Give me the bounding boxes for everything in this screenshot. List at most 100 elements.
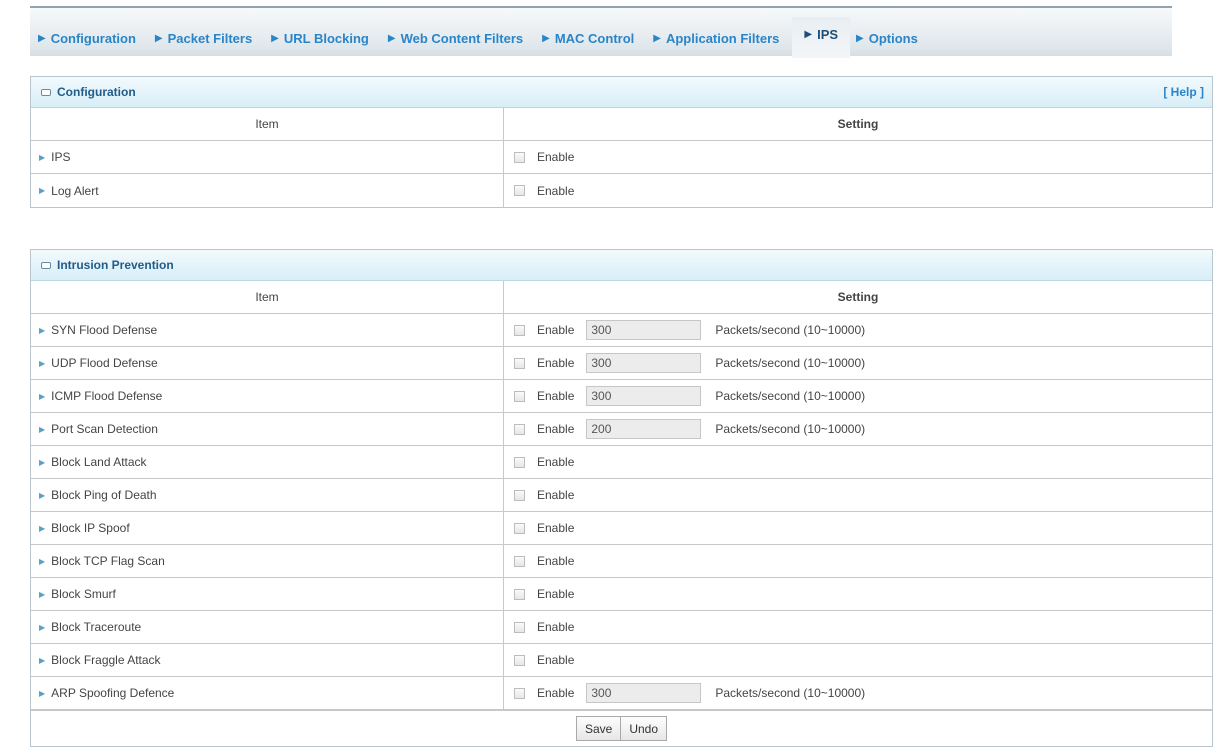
ip-spoof-enable-checkbox[interactable]: [514, 522, 525, 534]
row-item-label: SYN Flood Defense: [51, 323, 158, 337]
table-header-row: Item Setting: [31, 108, 1212, 141]
table-row: ▶ Block TCP Flag Scan Enable: [31, 545, 1212, 578]
udp-flood-enable-checkbox[interactable]: [514, 357, 525, 369]
triangle-right-icon: ▶: [39, 457, 46, 467]
row-item-label: Block Land Attack: [51, 455, 147, 469]
row-item-label: Port Scan Detection: [51, 422, 158, 436]
row-setting: Enable Packets/second (10~10000): [504, 380, 1212, 412]
triangle-right-icon: ▶: [804, 29, 813, 40]
tab-url-blocking[interactable]: ▶ URL Blocking: [265, 25, 382, 58]
arp-spoofing-enable-checkbox[interactable]: [514, 687, 525, 699]
column-header-setting: Setting: [837, 117, 879, 131]
triangle-right-icon: ▶: [387, 33, 396, 44]
triangle-right-icon: ▶: [542, 33, 550, 44]
tab-label: Web Content Filters: [400, 31, 524, 46]
row-setting: Enable Packets/second (10~10000): [504, 677, 1212, 709]
icmp-flood-enable-checkbox[interactable]: [514, 390, 525, 402]
row-item-label: Block Fraggle Attack: [51, 653, 161, 667]
icmp-flood-rate-input[interactable]: [586, 386, 702, 406]
table-row: ▶ Block Traceroute Enable: [31, 611, 1212, 644]
tab-application-filters[interactable]: ▶ Application Filters: [647, 25, 792, 58]
row-item: ▶ Port Scan Detection: [31, 413, 504, 445]
row-item-label: Block TCP Flag Scan: [51, 554, 165, 568]
triangle-right-icon: ▶: [856, 33, 864, 44]
row-setting: Enable: [504, 479, 1212, 511]
row-setting: Enable: [504, 545, 1212, 577]
tab-label: Packet Filters: [167, 31, 253, 46]
traceroute-enable-checkbox[interactable]: [514, 621, 525, 633]
enable-label: Enable: [537, 686, 575, 700]
udp-flood-rate-input[interactable]: [586, 353, 702, 373]
button-row: Save Undo: [31, 710, 1212, 746]
tab-label: Options: [868, 31, 918, 46]
syn-flood-rate-input[interactable]: [586, 320, 702, 340]
enable-label: Enable: [537, 150, 575, 164]
syn-flood-enable-checkbox[interactable]: [514, 324, 525, 336]
row-item: ▶ Block TCP Flag Scan: [31, 545, 504, 577]
row-item: ▶ Block Ping of Death: [31, 479, 504, 511]
triangle-right-icon: ▶: [39, 424, 46, 434]
row-setting: Enable Packets/second (10~10000): [504, 347, 1212, 379]
tab-label: Configuration: [50, 31, 136, 46]
enable-label: Enable: [537, 587, 575, 601]
column-header-item: Item: [31, 108, 504, 140]
table-row: ▶ ARP Spoofing Defence Enable Packets/seco…: [31, 677, 1212, 710]
smurf-enable-checkbox[interactable]: [514, 588, 525, 600]
table-row: ▶ Port Scan Detection Enable Packets/secon…: [31, 413, 1212, 446]
tcp-flag-scan-enable-checkbox[interactable]: [514, 555, 525, 567]
enable-label: Enable: [537, 422, 575, 436]
tab-configuration[interactable]: ▶ Configuration: [32, 25, 149, 58]
table-header-row: Item Setting: [31, 281, 1212, 314]
tab-label: MAC Control: [554, 31, 635, 46]
row-setting: Enable: [504, 611, 1212, 643]
port-scan-enable-checkbox[interactable]: [514, 423, 525, 435]
row-item-label: Block IP Spoof: [51, 521, 130, 535]
land-attack-enable-checkbox[interactable]: [514, 456, 525, 468]
arp-spoofing-rate-input[interactable]: [586, 683, 702, 703]
column-header-item: Item: [31, 281, 504, 313]
tab-web-content-filters[interactable]: ▶ Web Content Filters: [382, 25, 536, 58]
triangle-right-icon: ▶: [39, 325, 46, 335]
tab-list: ▶ Configuration ▶ Packet Filters ▶ URL Bloc…: [30, 17, 931, 58]
triangle-right-icon: ▶: [653, 33, 661, 44]
table-row: ▶ IPS Enable: [31, 141, 1212, 174]
row-setting: Enable Packets/second (10~10000): [504, 314, 1212, 346]
port-scan-rate-input[interactable]: [586, 419, 702, 439]
help-link[interactable]: [ Help ]: [1163, 85, 1204, 99]
tab-options[interactable]: ▶ Options: [850, 25, 931, 58]
save-button[interactable]: Save: [575, 716, 622, 741]
collapse-box-icon: [41, 261, 51, 269]
triangle-right-icon: ▶: [39, 358, 46, 368]
undo-button[interactable]: Undo: [621, 716, 668, 741]
enable-label: Enable: [537, 653, 575, 667]
triangle-right-icon: ▶: [39, 523, 46, 533]
table-row: ▶ Block IP Spoof Enable: [31, 512, 1212, 545]
triangle-right-icon: ▶: [38, 33, 46, 44]
row-item: ▶ SYN Flood Defense: [31, 314, 504, 346]
tab-mac-control[interactable]: ▶ MAC Control: [536, 25, 647, 58]
table-row: ▶ Log Alert Enable: [31, 174, 1212, 207]
row-setting: Enable: [504, 512, 1212, 544]
row-setting: Enable: [504, 644, 1212, 676]
enable-label: Enable: [537, 554, 575, 568]
tab-ips[interactable]: ▶ IPS: [792, 17, 851, 58]
enable-label: Enable: [537, 455, 575, 469]
row-item-label: ARP Spoofing Defence: [51, 686, 175, 700]
panel-header: Configuration [ Help ]: [31, 77, 1212, 108]
row-item: ▶ UDP Flood Defense: [31, 347, 504, 379]
ping-of-death-enable-checkbox[interactable]: [514, 489, 525, 501]
log-alert-enable-checkbox[interactable]: [514, 185, 525, 196]
triangle-right-icon: ▶: [39, 655, 46, 665]
table-row: ▶ ICMP Flood Defense Enable Packets/second…: [31, 380, 1212, 413]
collapse-box-icon: [41, 88, 51, 96]
triangle-right-icon: ▶: [39, 490, 46, 500]
row-setting: Enable: [504, 578, 1212, 610]
triangle-right-icon: ▶: [39, 556, 46, 566]
tab-packet-filters[interactable]: ▶ Packet Filters: [149, 25, 265, 58]
triangle-right-icon: ▶: [154, 33, 163, 44]
column-header-setting: Setting: [837, 290, 879, 304]
enable-label: Enable: [537, 183, 575, 198]
row-item: ▶ Block Fraggle Attack: [31, 644, 504, 676]
fraggle-attack-enable-checkbox[interactable]: [514, 654, 525, 666]
ips-enable-checkbox[interactable]: [514, 151, 525, 163]
